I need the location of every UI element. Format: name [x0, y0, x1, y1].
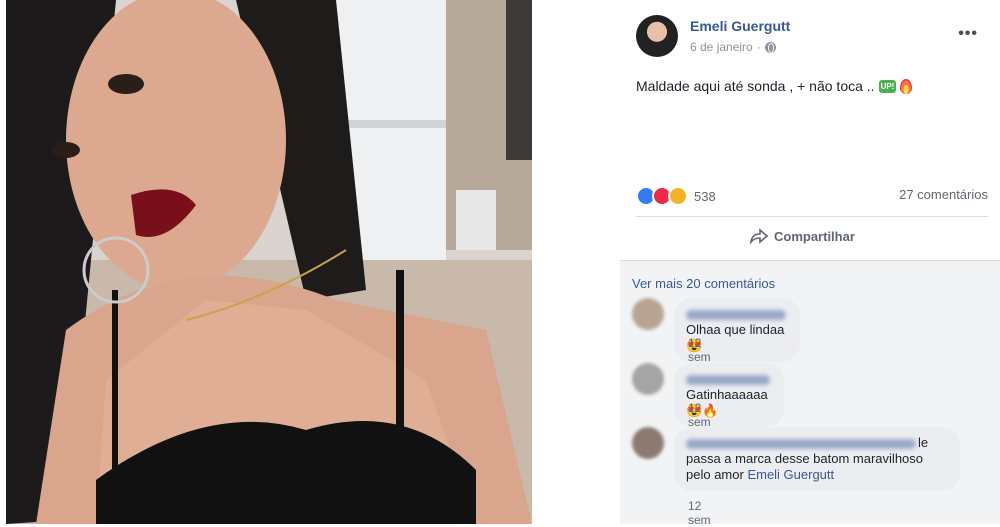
comment-time[interactable]: 12 sem: [688, 401, 711, 429]
commenter-avatar[interactable]: [632, 298, 664, 330]
comment-text-line-2: passa a marca desse batom maravilhoso: [686, 451, 924, 466]
comment-bubble: le passa a marca desse batom maravilhoso…: [674, 427, 960, 491]
post-panel: Emeli Guergutt 6 de janeiro · ••• Maldad…: [620, 0, 1000, 527]
reactions-row: 538 27 comentários: [636, 186, 988, 206]
commenter-avatar[interactable]: [632, 427, 664, 459]
selfie-illustration: [6, 0, 532, 524]
divider: [636, 216, 988, 217]
comments-count[interactable]: 27 comentários: [899, 187, 988, 202]
author-name[interactable]: Emeli Guergutt: [690, 18, 790, 34]
post-text-content: Maldade aqui até sonda , + não toca ..: [636, 78, 875, 94]
comment-line: le: [686, 435, 948, 451]
comments-section: Ver mais 20 comentários Olhaa que lindaa…: [620, 261, 1000, 527]
post-text: Maldade aqui até sonda , + não toca .. U…: [636, 78, 913, 94]
post-date[interactable]: 6 de janeiro: [690, 40, 753, 54]
up-emoji-icon: UP!: [878, 79, 897, 93]
meta-separator: ·: [756, 40, 761, 54]
mention-link[interactable]: Emeli Guergutt: [747, 467, 834, 482]
commenter-name[interactable]: [686, 438, 916, 449]
post-photo[interactable]: [0, 0, 620, 524]
comment-text-line-1: le: [918, 435, 929, 450]
comment-text-line-3: pelo amor: [686, 467, 744, 482]
comment-time[interactable]: 12 sem: [688, 336, 711, 364]
post-header: Emeli Guergutt 6 de janeiro · •••: [636, 15, 996, 59]
reaction-summary[interactable]: 538: [636, 186, 716, 206]
commenter-avatar[interactable]: [632, 363, 664, 395]
author-avatar[interactable]: [636, 15, 678, 57]
share-icon: [750, 228, 768, 244]
post-meta: 6 de janeiro ·: [690, 40, 776, 54]
globe-icon[interactable]: [764, 41, 776, 53]
wow-reaction-icon: [668, 186, 688, 206]
fire-emoji-icon: [900, 78, 913, 94]
reactions-count[interactable]: 538: [694, 189, 716, 204]
comment-line: pelo amor Emeli Guergutt: [686, 467, 948, 483]
photo-image[interactable]: [6, 0, 532, 524]
commenter-name[interactable]: [686, 374, 770, 385]
see-more-comments-link[interactable]: Ver mais 20 comentários: [632, 276, 775, 291]
comment-time[interactable]: 12 sem: [688, 499, 711, 527]
share-label: Compartilhar: [774, 228, 855, 244]
commenter-name[interactable]: [686, 309, 786, 320]
share-button[interactable]: Compartilhar: [750, 228, 855, 244]
more-options-icon[interactable]: •••: [958, 25, 978, 43]
